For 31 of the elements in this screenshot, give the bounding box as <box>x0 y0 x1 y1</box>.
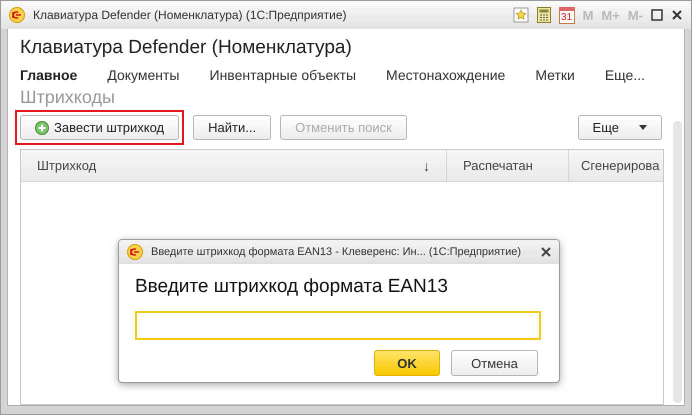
tab[interactable]: Метки <box>535 67 575 83</box>
calculator-icon[interactable] <box>536 7 551 23</box>
scrollbar[interactable] <box>673 121 682 403</box>
column-header[interactable]: Сгенерирова <box>569 150 663 181</box>
logo-icon <box>127 244 143 260</box>
window-title: Клавиатура Defender (Номенклатура) (1С:Предприятие) <box>33 8 348 22</box>
tab[interactable]: Главное <box>20 67 78 83</box>
tab[interactable]: Еще... <box>604 67 645 83</box>
star-icon[interactable] <box>512 7 529 23</box>
logo-icon <box>9 7 25 23</box>
form-heading: Клавиатура Defender (Номенклатура) <box>20 37 353 59</box>
column-header[interactable]: Штрихкод ↓ <box>21 150 447 181</box>
close-icon[interactable] <box>541 247 551 257</box>
tab[interactable]: Инвентарные объекты <box>210 67 356 83</box>
plus-icon <box>35 120 49 134</box>
tab[interactable]: Документы <box>107 67 180 83</box>
toolbar-button[interactable]: Завести штрихкод <box>20 115 180 140</box>
section-title: Штрихкоды <box>20 87 116 108</box>
dialog-prompt: Введите штрихкод формата EAN13 <box>135 276 449 298</box>
toolbar-button[interactable]: Найти... <box>193 115 272 140</box>
dialog-title: Введите штрихкод формата EAN13 - Клеверенс: Ин... (1С:Предприятие) <box>151 246 522 258</box>
maximize-icon[interactable] <box>651 9 663 21</box>
more-button[interactable]: Еще <box>578 115 662 140</box>
calendar-button[interactable]: 31 <box>558 6 575 24</box>
barcode-input[interactable] <box>135 311 541 340</box>
close-icon[interactable] <box>671 9 683 21</box>
dialog-button[interactable]: Отмена <box>451 350 538 376</box>
dialog-button[interactable]: OK <box>374 350 440 376</box>
caret-icon <box>639 125 647 130</box>
column-header[interactable]: Распечатан <box>447 150 569 181</box>
tab[interactable]: Местонахождение <box>386 67 506 83</box>
